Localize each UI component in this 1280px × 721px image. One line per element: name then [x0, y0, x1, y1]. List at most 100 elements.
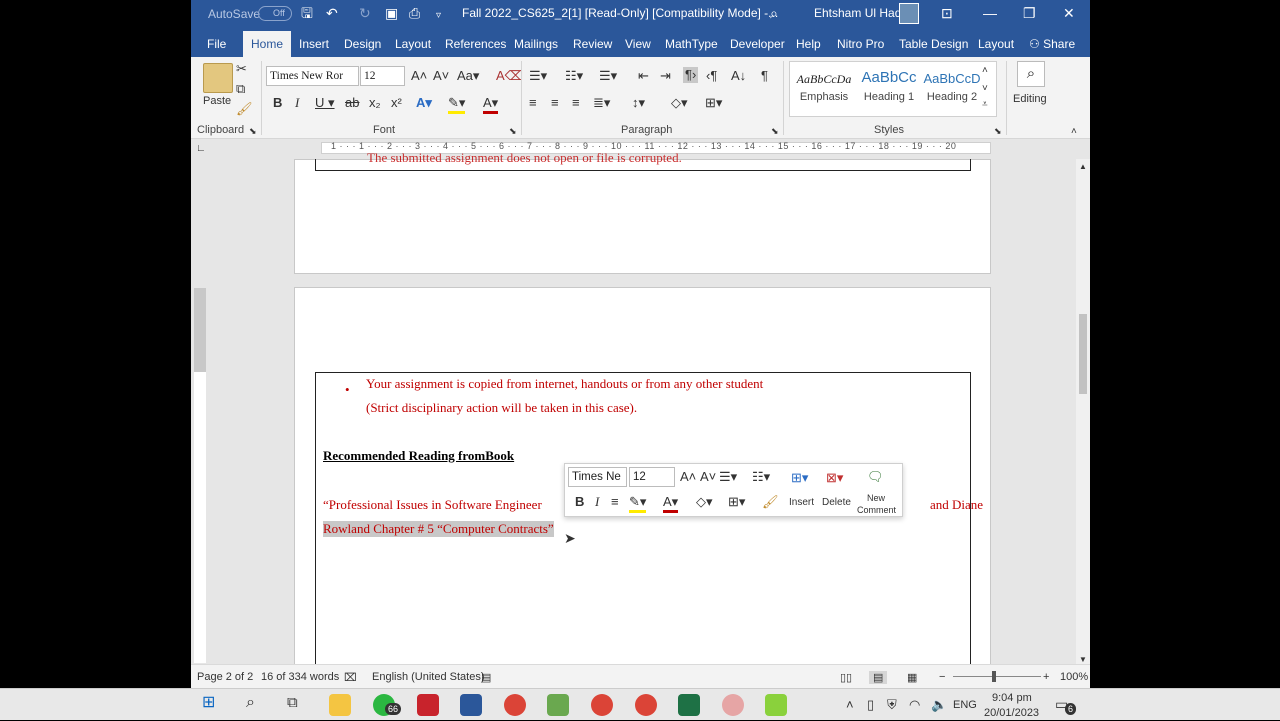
- change-case-icon[interactable]: Aa▾: [457, 68, 479, 84]
- doc-line-cut[interactable]: The submitted assignment does not open o…: [367, 150, 682, 166]
- tab-help[interactable]: Help: [796, 37, 821, 51]
- center-icon[interactable]: ≡: [551, 95, 559, 111]
- styles-scroll-down-icon[interactable]: ˅: [982, 81, 988, 97]
- status-page[interactable]: Page 2 of 2: [197, 671, 253, 683]
- numbering-icon[interactable]: ☷▾: [565, 68, 583, 84]
- tab-mailings[interactable]: Mailings: [514, 37, 558, 51]
- mini-italic-icon[interactable]: I: [595, 494, 599, 510]
- word-icon[interactable]: [460, 694, 482, 716]
- show-marks-icon[interactable]: ¶: [761, 68, 768, 84]
- share-button[interactable]: ⚇ Share: [1029, 37, 1075, 51]
- format-painter-icon[interactable]: 🖌: [236, 101, 253, 117]
- ribbon-display-icon[interactable]: ⊡: [941, 5, 953, 21]
- mini-font-box[interactable]: Times Ne: [568, 467, 627, 487]
- scroll-thumb[interactable]: [1079, 314, 1087, 394]
- tab-review[interactable]: Review: [573, 37, 612, 51]
- line-spacing-icon[interactable]: ↕▾: [632, 95, 645, 111]
- read-mode-icon[interactable]: ▯▯: [840, 671, 852, 684]
- shrink-font-icon[interactable]: A˅: [433, 68, 449, 84]
- doc-ref-line-1-start[interactable]: “Professional Issues in Software Enginee…: [323, 497, 542, 513]
- tray-volume-icon[interactable]: 🔈: [931, 697, 947, 713]
- zoom-slider-thumb[interactable]: [992, 671, 996, 682]
- file-explorer-icon[interactable]: [329, 694, 351, 716]
- restore-icon[interactable]: ❐: [1023, 5, 1036, 21]
- copy-icon[interactable]: ⧉: [236, 81, 245, 97]
- notepad-plus-icon[interactable]: [547, 694, 569, 716]
- font-launcher-icon[interactable]: ⬊: [509, 123, 517, 139]
- camtasia-icon[interactable]: [765, 694, 787, 716]
- tab-home[interactable]: Home: [243, 31, 292, 57]
- windows-start-icon[interactable]: ⊞: [202, 695, 215, 711]
- style-heading-2[interactable]: AaBbCcD Heading 2: [922, 69, 982, 103]
- styles-scroll-up-icon[interactable]: ˄: [982, 63, 988, 79]
- snipping-tool-icon[interactable]: [722, 694, 744, 716]
- text-effects-icon[interactable]: A▾: [416, 95, 432, 111]
- align-right-icon[interactable]: ≡: [572, 95, 580, 111]
- style-heading-1[interactable]: AaBbCc Heading 1: [858, 69, 920, 103]
- ltr-icon[interactable]: ¶›: [683, 67, 699, 83]
- undo-icon[interactable]: ↶: [326, 5, 338, 21]
- taskbar-search-icon[interactable]: ⌕: [246, 695, 255, 711]
- mini-center-icon[interactable]: ≡: [611, 494, 619, 510]
- status-language[interactable]: English (United States): [372, 671, 485, 683]
- mini-bullets-icon[interactable]: ☰▾: [719, 469, 737, 485]
- borders-icon[interactable]: ⊞▾: [705, 95, 722, 111]
- mini-new-comment-icon[interactable]: 🗨: [867, 469, 884, 485]
- proofing-icon[interactable]: ⌧: [344, 671, 357, 684]
- tab-table-design[interactable]: Table Design: [899, 37, 968, 51]
- styles-more-icon[interactable]: ⩡: [982, 97, 988, 113]
- bold-icon[interactable]: B: [273, 95, 282, 111]
- tray-date[interactable]: 20/01/2023: [984, 705, 1039, 721]
- tray-wifi-icon[interactable]: ◠: [909, 697, 920, 713]
- tray-time[interactable]: 9:04 pm: [992, 690, 1032, 706]
- underline-icon[interactable]: U ▾: [315, 95, 335, 111]
- mini-insert-icon[interactable]: ⊞▾: [791, 470, 808, 486]
- customize-qat-icon[interactable]: ▿: [436, 8, 441, 24]
- status-words[interactable]: 16 of 334 words: [261, 671, 339, 683]
- tab-insert[interactable]: Insert: [299, 37, 329, 51]
- tab-design[interactable]: Design: [344, 37, 381, 51]
- grow-font-icon[interactable]: A˄: [411, 68, 427, 84]
- clear-formatting-icon[interactable]: A⌫: [496, 68, 523, 84]
- justify-icon[interactable]: ≣▾: [593, 95, 610, 111]
- style-emphasis[interactable]: AaBbCcDa Emphasis: [794, 69, 854, 103]
- save-icon[interactable]: 🖫: [301, 5, 313, 21]
- paste-button[interactable]: [203, 63, 233, 93]
- doc-bullet-line-2[interactable]: (Strict disciplinary action will be take…: [366, 400, 637, 416]
- chrome-icon[interactable]: [504, 694, 526, 716]
- print-preview-icon[interactable]: ⎙: [409, 5, 420, 21]
- mini-borders-icon[interactable]: ⊞▾: [728, 494, 745, 510]
- user-avatar[interactable]: [899, 3, 919, 24]
- zoom-in-icon[interactable]: +: [1043, 671, 1049, 683]
- subscript-icon[interactable]: x₂: [369, 95, 381, 111]
- mini-numbering-icon[interactable]: ☷▾: [752, 469, 770, 485]
- multilevel-list-icon[interactable]: ☰▾: [599, 68, 617, 84]
- search-icon[interactable]: ⌕: [770, 5, 778, 21]
- mini-new-comment-label-2[interactable]: Comment: [857, 502, 896, 518]
- mini-grow-font-icon[interactable]: A˄: [680, 469, 696, 485]
- superscript-icon[interactable]: x²: [391, 95, 402, 111]
- excel-icon[interactable]: [678, 694, 700, 716]
- chrome-profile-2-icon[interactable]: [635, 694, 657, 716]
- mini-insert-label[interactable]: Insert: [789, 495, 814, 511]
- tab-layout[interactable]: Layout: [395, 37, 431, 51]
- minimize-icon[interactable]: —: [983, 5, 997, 21]
- styles-launcher-icon[interactable]: ⬊: [994, 123, 1002, 139]
- bullets-icon[interactable]: ☰▾: [529, 68, 547, 84]
- italic-icon[interactable]: I: [295, 95, 299, 111]
- redo-icon[interactable]: ↻: [359, 5, 371, 21]
- tab-developer[interactable]: Developer: [730, 37, 785, 51]
- mini-shrink-font-icon[interactable]: A˅: [700, 469, 716, 485]
- strikethrough-icon[interactable]: ab: [345, 95, 359, 111]
- tab-table-layout[interactable]: Layout: [978, 37, 1014, 51]
- editing-button[interactable]: ⌕: [1017, 61, 1045, 87]
- recorder-icon[interactable]: [417, 694, 439, 716]
- task-view-icon[interactable]: ⧉: [287, 695, 298, 711]
- sort-icon[interactable]: A↓: [731, 68, 746, 84]
- chrome-profile-icon[interactable]: [591, 694, 613, 716]
- tray-defender-icon[interactable]: ⛨: [887, 697, 897, 713]
- mini-font-color-icon[interactable]: A▾: [663, 494, 679, 513]
- tray-language[interactable]: ENG: [953, 697, 977, 713]
- close-icon[interactable]: ✕: [1063, 5, 1075, 21]
- mini-shading-icon[interactable]: ◇▾: [696, 494, 713, 510]
